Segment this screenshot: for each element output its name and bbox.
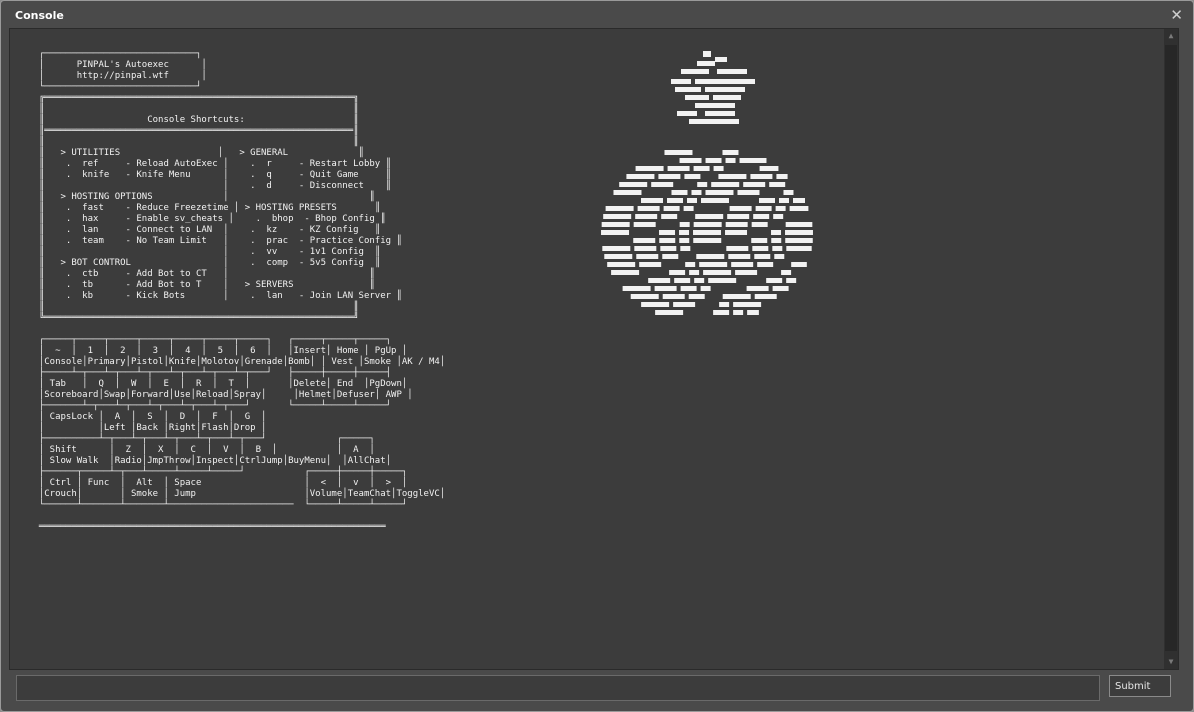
scroll-down-icon[interactable]: ▼ (1164, 655, 1178, 669)
scroll-up-icon[interactable]: ▲ (1164, 29, 1178, 43)
scrollbar[interactable]: ▲ ▼ (1164, 29, 1178, 669)
pineapple-logo (601, 51, 813, 315)
scroll-thumb[interactable] (1165, 45, 1177, 651)
window-title: Console (15, 9, 64, 22)
console-text: ┌────────────────────────────┐ │ PINPAL'… (38, 49, 446, 532)
title-bar[interactable]: Console ✕ (1, 1, 1193, 29)
console-window: Console ✕ ┌────────────────────────────┐… (0, 0, 1194, 712)
console-output: ┌────────────────────────────┐ │ PINPAL'… (9, 28, 1179, 670)
close-icon[interactable]: ✕ (1170, 6, 1183, 24)
console-input[interactable] (16, 675, 1100, 701)
submit-button[interactable]: Submit (1109, 675, 1171, 697)
